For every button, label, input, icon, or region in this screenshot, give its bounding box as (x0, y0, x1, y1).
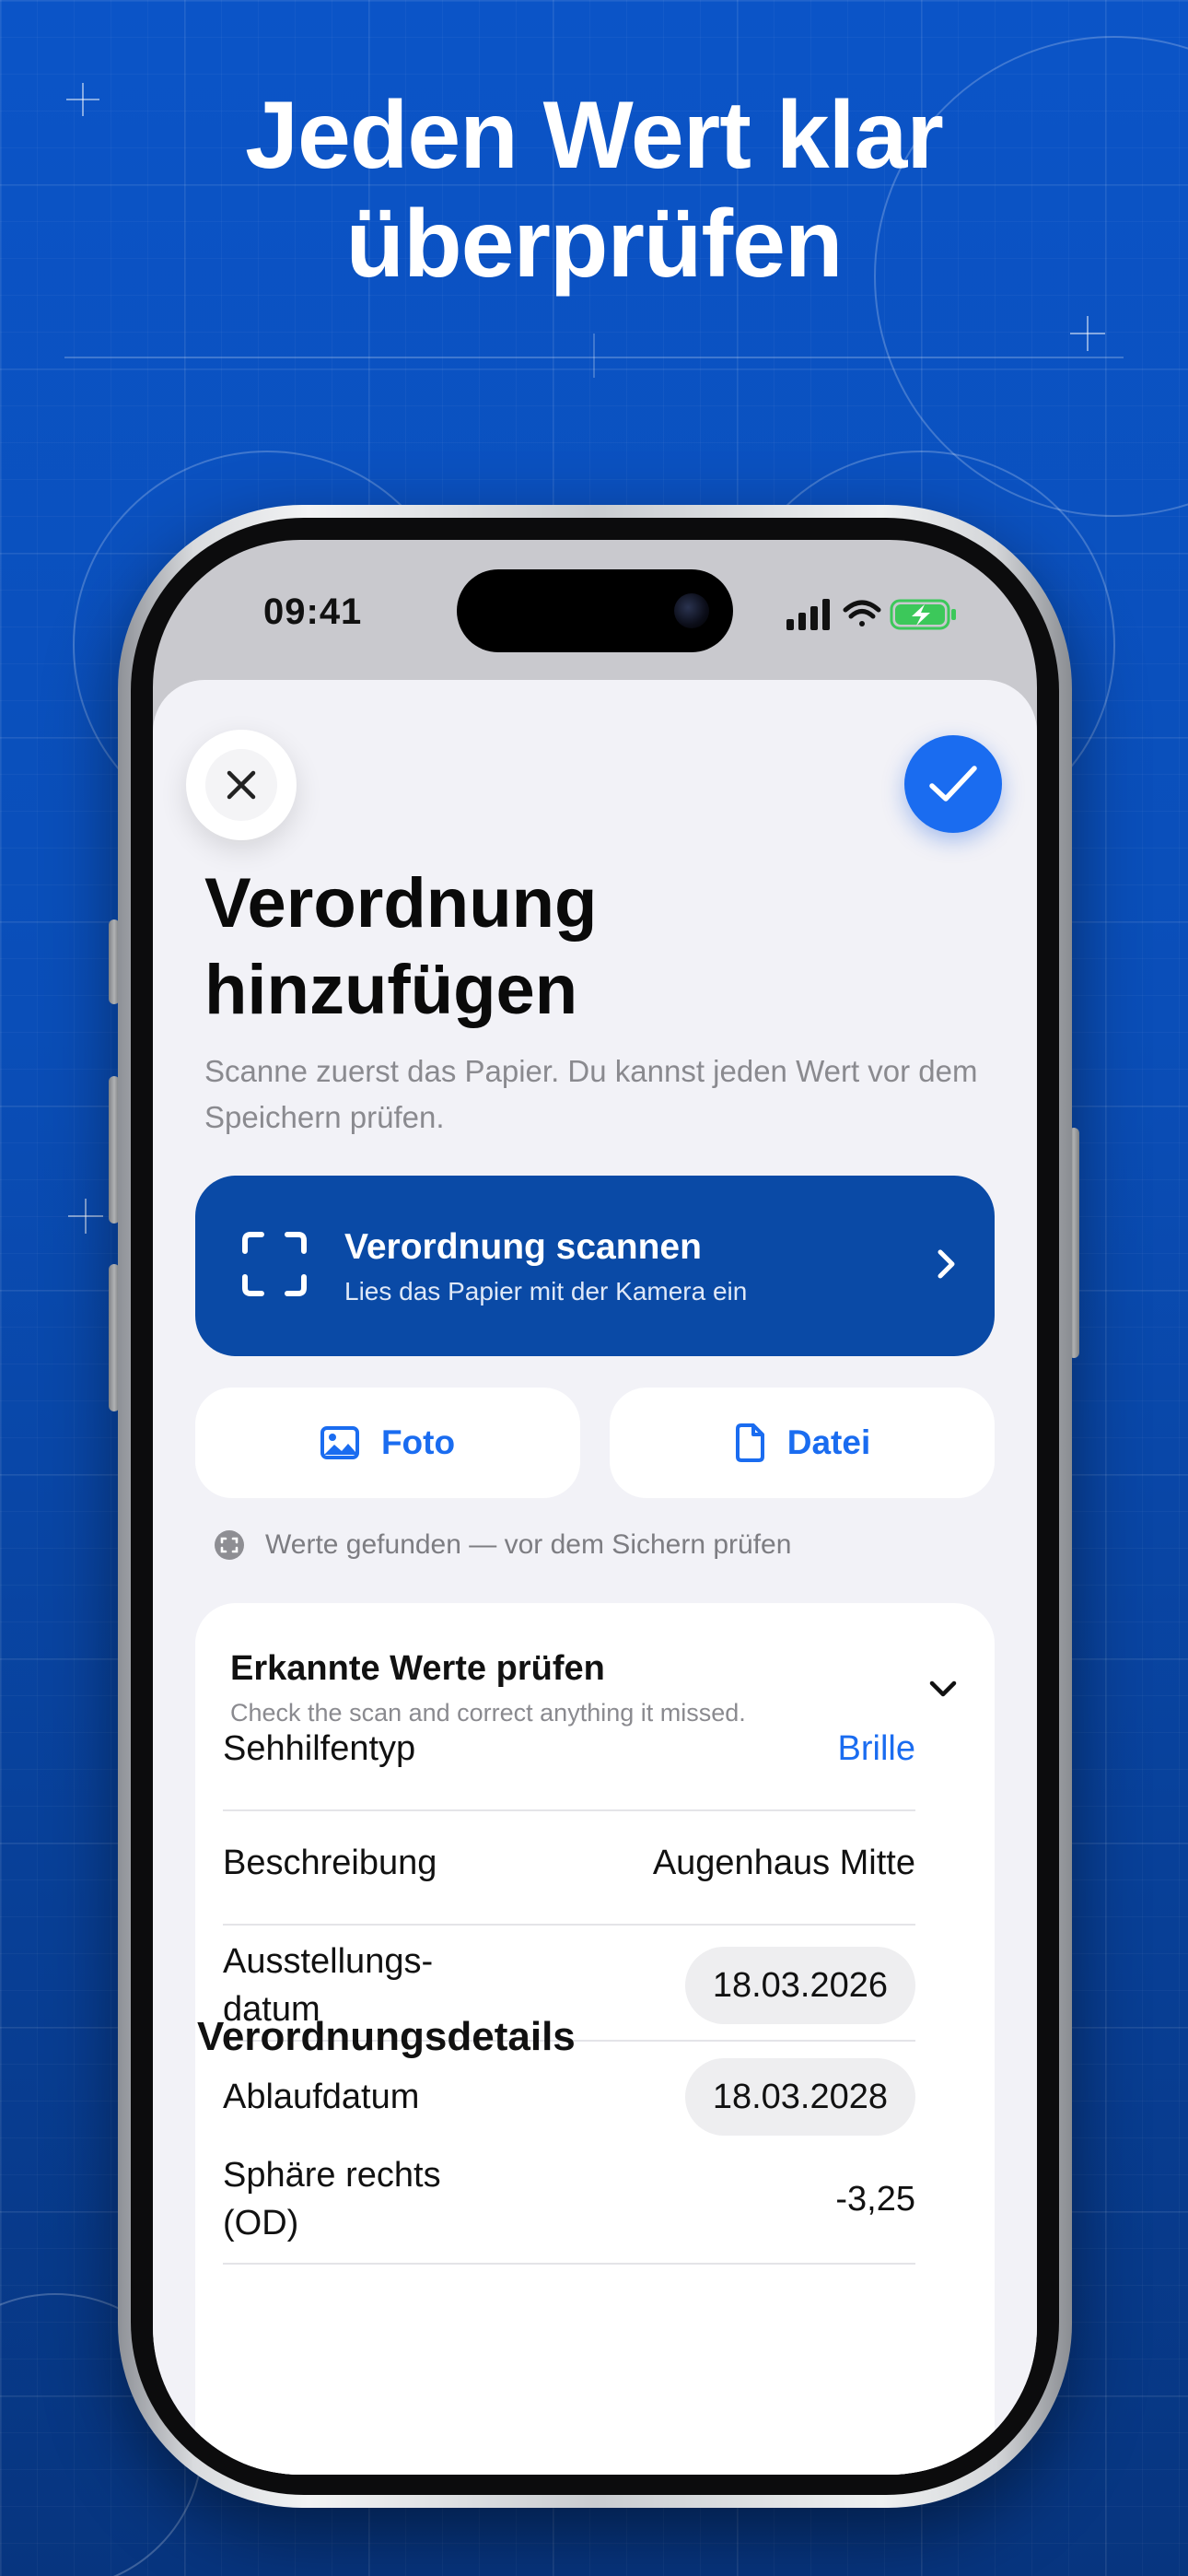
scan-status-icon (215, 1530, 244, 1560)
issue-date-label-line-1: Ausstellungs- (223, 1942, 434, 1981)
sphere-right-label-line-2: (OD) (223, 2204, 299, 2242)
row-lens-type[interactable]: Sehhilfentyp Brille (223, 1719, 915, 1778)
lens-type-value[interactable]: Brille (838, 1729, 915, 1769)
page-title-line-2: hinzufügen (204, 951, 578, 1029)
prescription-details-heading: Verordnungsdetails (197, 2014, 576, 2059)
file-import-button[interactable]: Datei (610, 1388, 995, 1498)
phone-screen: 09:41 Verordnung hinzufügen Scanne zuers… (153, 540, 1037, 2475)
photo-button-label: Foto (380, 1423, 456, 1461)
cellular-signal-icon (786, 599, 830, 630)
status-time: 09:41 (263, 591, 363, 632)
expiry-date-label: Ablaufdatum (223, 2078, 420, 2116)
close-button[interactable] (186, 730, 297, 840)
wifi-icon (843, 600, 881, 626)
scan-prescription-button[interactable]: Verordnung scannen Lies das Papier mit d… (195, 1176, 995, 1356)
photo-icon (320, 1426, 359, 1459)
sphere-right-label: Sphäre rechts (OD) (223, 2151, 441, 2247)
add-prescription-sheet: Verordnung hinzufügen Scanne zuerst das … (153, 680, 1037, 2475)
front-camera (674, 593, 709, 628)
expiry-date-picker[interactable]: 18.03.2028 (684, 2058, 915, 2136)
row-expiry-date[interactable]: Ablaufdatum 18.03.2028 (223, 2058, 915, 2136)
sphere-right-value[interactable]: -3,25 (835, 2180, 915, 2219)
dynamic-island (457, 569, 733, 652)
scan-frame-icon (242, 1232, 307, 1296)
battery-charging-icon (890, 599, 956, 630)
marketing-headline: Jeden Wert klar überprüfen (0, 81, 1188, 299)
description-label: Beschreibung (223, 1844, 437, 1882)
detected-values-title: Erkannte Werte prüfen (230, 1649, 605, 1688)
scan-button-subtitle: Lies das Papier mit der Kamera ein (344, 1277, 748, 1306)
close-icon (227, 770, 256, 800)
page-title: Verordnung hinzufügen (204, 861, 960, 1034)
document-icon (735, 1423, 764, 1462)
lens-type-label: Sehhilfentyp (223, 1729, 416, 1768)
page-subtitle: Scanne zuerst das Papier. Du kannst jede… (204, 1054, 978, 1134)
chevron-right-icon (938, 1249, 955, 1279)
confirm-button[interactable] (904, 735, 1002, 833)
values-found-status: Werte gefunden — vor dem Sichern prüfen (214, 1529, 791, 1561)
row-divider (223, 2263, 915, 2265)
row-divider (223, 1924, 915, 1926)
photo-import-button[interactable]: Foto (195, 1388, 580, 1498)
status-icons (786, 595, 961, 637)
file-button-label: Datei (786, 1423, 871, 1461)
close-button-inner (205, 749, 277, 821)
headline-line-2: überprüfen (345, 191, 844, 298)
scan-button-title: Verordnung scannen (344, 1227, 702, 1267)
row-sphere-right[interactable]: Sphäre rechts (OD) -3,25 (223, 2149, 915, 2250)
description-value[interactable]: Augenhaus Mitte (653, 1844, 915, 1883)
sphere-right-label-line-1: Sphäre rechts (223, 2156, 441, 2195)
headline-line-1: Jeden Wert klar (245, 82, 944, 189)
page-title-line-1: Verordnung (204, 864, 598, 943)
values-found-text: Werte gefunden — vor dem Sichern prüfen (265, 1529, 792, 1560)
row-description[interactable]: Beschreibung Augenhaus Mitte (223, 1833, 915, 1892)
issue-date-picker[interactable]: 18.03.2026 (684, 1947, 915, 2024)
row-divider (223, 1809, 915, 1811)
chevron-down-icon[interactable] (928, 1679, 958, 1699)
checkmark-icon (929, 766, 977, 802)
